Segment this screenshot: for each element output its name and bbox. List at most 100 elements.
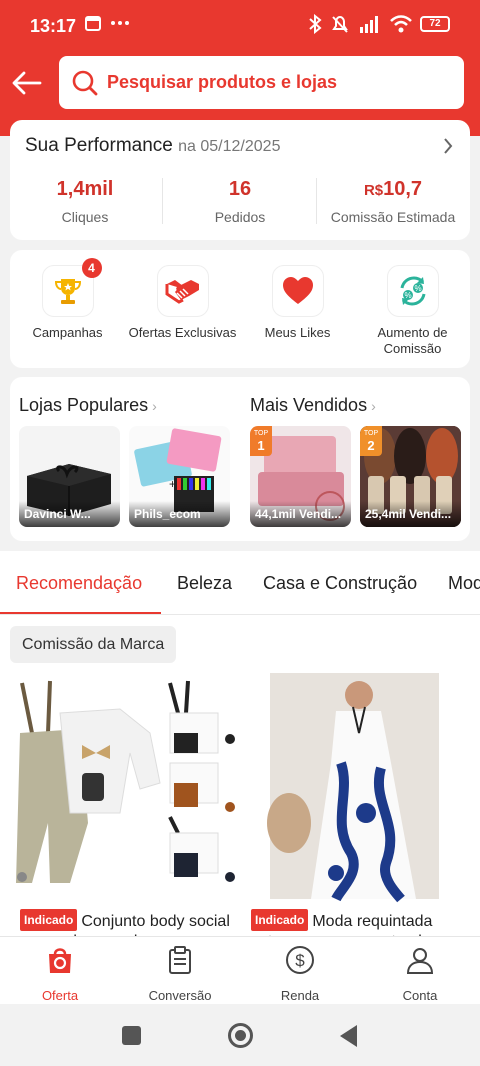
trophy-icon: 4 (41, 258, 102, 317)
category-tabs: Recomendação Beleza Casa e Construção Mo… (0, 551, 480, 615)
shops-bestsellers-card: Lojas Populares › Mais Vendidos › Davinci … (10, 377, 470, 541)
stat-orders-label: Pedidos (214, 209, 266, 225)
product-card[interactable]: IndicadoConjunto body social manga longa… (10, 673, 239, 936)
system-navigation-bar (0, 1004, 480, 1066)
stat-commission: R$10,7 Comissão Estimada (318, 178, 468, 225)
stat-commission-value: R$10,7 (318, 178, 468, 201)
stat-clicks: 1,4mil Cliques (10, 178, 160, 225)
top-rank: 2 (367, 438, 375, 453)
bestseller-caption: 44,1mil Vendi... (250, 501, 351, 527)
top-rank: 1 (257, 438, 265, 453)
nav-account[interactable]: Conta (360, 945, 480, 1003)
bestseller-caption: 25,4mil Vendi... (360, 501, 461, 527)
bottom-navigation: Oferta Conversão $ Renda Conta (0, 936, 480, 1004)
tab-fashion[interactable]: Mod (448, 573, 480, 594)
product-feed: Comissão da Marca Indicado Conjunto body… (0, 615, 480, 936)
action-label: Campanhas (32, 325, 103, 340)
svg-text:%: % (404, 291, 411, 300)
tab-beauty[interactable]: Beleza (177, 573, 232, 594)
svg-text:$: $ (295, 951, 305, 970)
tab-recommendation[interactable]: Recomendação (16, 573, 142, 594)
system-back-button[interactable] (340, 1025, 357, 1047)
performance-card[interactable]: Sua Performance na 05/12/2025 1,4mil Cli… (10, 120, 470, 240)
nav-label: Conversão (148, 988, 212, 1003)
stat-orders-value: 16 (228, 178, 252, 200)
app-header: 13:17 72 Pesquisar produtos e lojas (0, 0, 480, 136)
product-image (241, 673, 470, 903)
stat-commission-label: Comissão Estimada (330, 209, 456, 225)
mute-bell-icon (332, 15, 348, 33)
nav-conversion[interactable]: Conversão (120, 945, 240, 1003)
tab-home-construction[interactable]: Casa e Construção (263, 573, 417, 594)
product-card[interactable]: IndicadoModa requintada estampa com grav… (241, 673, 470, 936)
recent-apps-button[interactable] (122, 1026, 141, 1045)
action-campaigns[interactable]: 4 Campanhas (10, 258, 125, 341)
best-sellers-header[interactable]: Mais Vendidos › (250, 395, 376, 416)
dollar-circle-icon: $ (286, 946, 314, 974)
action-label: Aumento de Comissão (377, 325, 448, 356)
commission-amount: 10,7 (383, 178, 423, 200)
status-bar: 13:17 72 (0, 0, 480, 52)
indicated-tag: Indicado (20, 909, 78, 931)
brand-commission-chip[interactable]: Comissão da Marca (10, 626, 177, 663)
stat-clicks-label: Cliques (61, 209, 109, 225)
stat-orders: 16 Pedidos (165, 178, 315, 225)
performance-date: na 05/12/2025 (178, 138, 281, 155)
shop-caption: Davinci W... (19, 501, 120, 527)
nav-income[interactable]: $ Renda (240, 945, 360, 1003)
status-time: 13:17 (30, 16, 77, 36)
product-title: IndicadoConjunto body social manga longa… (10, 909, 239, 936)
search-placeholder: Pesquisar produtos e lojas (107, 72, 338, 92)
battery-icon: 72 (420, 16, 450, 32)
status-notification-icons (84, 14, 130, 32)
shop-thumb-davinci[interactable]: Davinci W... (19, 426, 120, 527)
home-button[interactable] (228, 1023, 253, 1048)
back-arrow-icon[interactable] (10, 66, 44, 100)
svg-text:%: % (414, 284, 421, 293)
search-icon (72, 70, 98, 96)
svg-text:+: + (169, 477, 176, 491)
product-title: IndicadoModa requintada estampa com grav… (241, 909, 470, 936)
campaigns-badge: 4 (81, 258, 102, 278)
signal-icon (360, 16, 378, 33)
action-exclusive-offers[interactable]: Ofertas Exclusivas (125, 265, 240, 341)
nav-label: Conta (402, 988, 438, 1003)
offer-bag-icon (49, 948, 71, 973)
indicated-tag: Indicado (251, 909, 309, 931)
performance-title-text: Sua Performance (25, 135, 173, 156)
search-input[interactable]: Pesquisar produtos e lojas (59, 56, 464, 109)
percent-cycle-icon: % % (386, 265, 439, 317)
performance-title: Sua Performance na 05/12/2025 (25, 135, 280, 157)
handshake-icon (156, 265, 209, 317)
top-label: TOP (363, 430, 379, 437)
stat-clicks-value: 1,4mil (56, 178, 114, 200)
currency-symbol: R$ (363, 182, 384, 199)
wifi-icon (390, 15, 412, 33)
divider (162, 178, 163, 224)
chevron-right-icon[interactable] (442, 136, 454, 156)
action-label: Meus Likes (264, 325, 331, 340)
clipboard-icon (169, 946, 191, 974)
chevron-right-icon: › (371, 398, 376, 414)
chevron-right-icon: › (152, 398, 157, 414)
bluetooth-icon (309, 14, 322, 34)
bestseller-thumb-1[interactable]: TOP 1 44,1mil Vendi... (250, 426, 351, 527)
action-commission-increase[interactable]: % % Aumento de Comissão (355, 265, 470, 357)
quick-actions: 4 Campanhas Ofertas Exclusivas Meus Like… (10, 250, 470, 368)
shop-caption: Phils_ecom (129, 501, 230, 527)
nav-offer[interactable]: Oferta (0, 945, 120, 1003)
best-sellers-title: Mais Vendidos (250, 395, 368, 415)
heart-icon (271, 265, 324, 317)
popular-shops-header[interactable]: Lojas Populares › (19, 395, 157, 416)
action-my-likes[interactable]: Meus Likes (240, 265, 355, 341)
action-label: Ofertas Exclusivas (128, 325, 237, 340)
baby-outfit-image (10, 673, 239, 903)
bestseller-thumb-2[interactable]: TOP 2 25,4mil Vendi... (360, 426, 461, 527)
divider (316, 178, 317, 224)
user-icon (406, 948, 434, 974)
shop-thumb-phils[interactable]: + Phils_ecom (129, 426, 230, 527)
popular-shops-title: Lojas Populares (19, 395, 149, 415)
top-rank-badge: TOP 2 (360, 426, 382, 456)
dress-image (241, 673, 470, 903)
top-rank-badge: TOP 1 (250, 426, 272, 456)
